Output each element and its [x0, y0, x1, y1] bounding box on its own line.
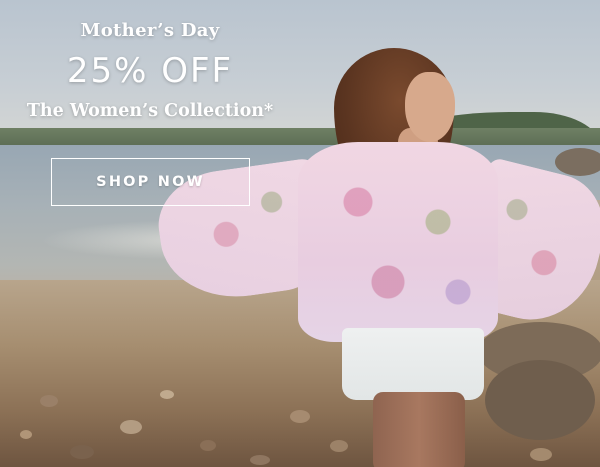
pebble — [120, 420, 142, 434]
face — [405, 72, 455, 142]
far-shore — [0, 128, 600, 146]
pebble — [70, 445, 94, 459]
discount-headline: 25% OFF — [66, 51, 234, 91]
pebble — [530, 448, 552, 461]
pebble — [250, 455, 270, 465]
pebble — [290, 410, 310, 423]
occasion-title: Mother’s Day — [80, 20, 220, 41]
promo-text: Mother’s Day 25% OFF The Women’s Collect… — [24, 16, 276, 121]
pebble — [160, 390, 174, 399]
white-shorts — [342, 328, 484, 400]
boulder-bottom-right — [485, 360, 595, 440]
shop-now-button[interactable]: SHOP NOW — [51, 158, 250, 206]
pebble — [200, 440, 216, 451]
rock-in-water-3 — [555, 148, 600, 176]
pebble — [20, 430, 32, 439]
pebble — [330, 440, 348, 452]
collection-subtitle: The Women’s Collection* — [26, 101, 274, 121]
floral-blouse — [298, 142, 498, 342]
promo-banner[interactable]: Mother’s Day 25% OFF The Women’s Collect… — [0, 0, 600, 467]
legs — [373, 392, 465, 467]
pebble — [40, 395, 58, 407]
